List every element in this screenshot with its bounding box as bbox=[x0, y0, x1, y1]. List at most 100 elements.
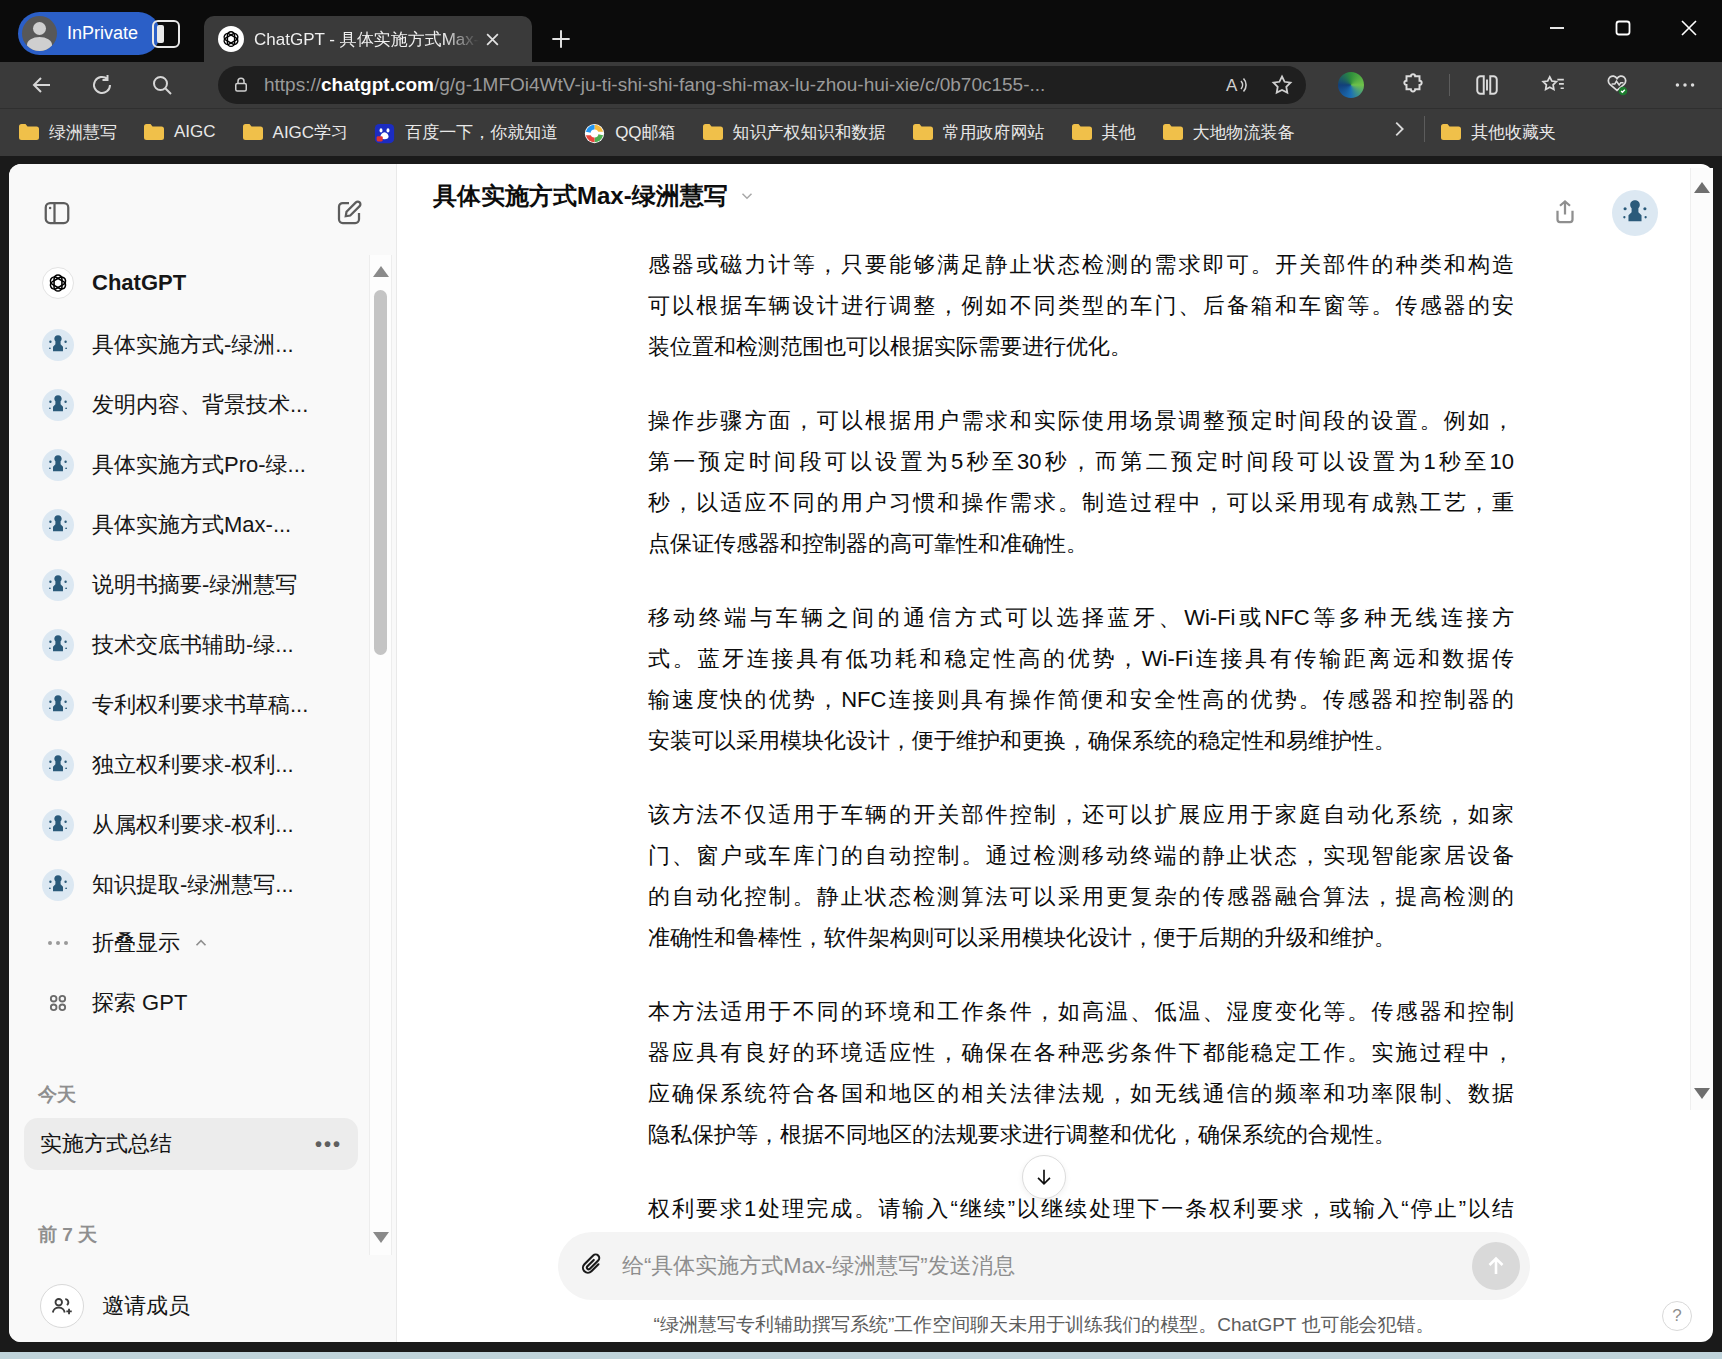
message-line: 输速度快的优势，NFC连接则具有操作简便和安全性高的优势。传感器和控制器的 bbox=[648, 679, 1514, 720]
bookmark-item[interactable]: 大地物流装备 bbox=[1162, 121, 1295, 144]
sidebar-toggle-icon[interactable] bbox=[42, 198, 72, 228]
input-placeholder: 给“具体实施方式Max-绿洲慧写”发送消息 bbox=[622, 1251, 1472, 1281]
bookmark-item[interactable]: QQ邮箱 bbox=[584, 121, 675, 144]
message-line: 的自动化控制。静止状态检测算法可以采用更复杂的传感器融合算法，提高检测的 bbox=[648, 876, 1514, 917]
bookmark-item[interactable]: 其他 bbox=[1071, 121, 1136, 144]
message-line: 权利要求1处理完成。请输入“继续”以继续处理下一条权利要求，或输入“停止”以结 bbox=[648, 1188, 1514, 1229]
message-line: 秒，以适应不同的用户习惯和操作需求。制造过程中，可以采用现有成熟工艺，重 bbox=[648, 482, 1514, 523]
message-line: 安装可以采用模块化设计，便于维护和更换，确保系统的稳定性和易维护性。 bbox=[648, 720, 1514, 761]
sidebar-item-gpt[interactable]: 具体实施方式Max-... bbox=[42, 509, 291, 541]
sidebar-scroll-down-icon[interactable] bbox=[373, 1232, 389, 1243]
message-line: 隐私保护等，根据不同地区的法规要求进行调整和优化，确保系统的合规性。 bbox=[648, 1114, 1514, 1155]
bookmark-item[interactable]: 知识产权知识和数据 bbox=[702, 121, 886, 144]
back-button[interactable] bbox=[30, 73, 54, 97]
chatgpt-logo-icon bbox=[42, 267, 74, 299]
split-screen-icon[interactable] bbox=[1474, 72, 1500, 98]
gpt-avatar[interactable] bbox=[1612, 190, 1658, 236]
help-button[interactable]: ? bbox=[1662, 1301, 1692, 1331]
message-line: 第一预定时间段可以设置为5秒至30秒，而第二预定时间段可以设置为1秒至10 bbox=[648, 441, 1514, 482]
message-line: 式。蓝牙连接具有低功耗和稳定性高的优势，Wi-Fi连接具有传输距离远和数据传 bbox=[648, 638, 1514, 679]
attach-icon[interactable] bbox=[578, 1252, 606, 1280]
search-icon[interactable] bbox=[150, 73, 174, 97]
message-line: 操作步骤方面，可以根据用户需求和实际使用场景调整预定时间段的设置。例如， bbox=[648, 400, 1514, 441]
sidebar-item-gpt[interactable]: 具体实施方式-绿洲... bbox=[42, 329, 294, 361]
folder-icon bbox=[702, 123, 724, 141]
message-line: 应确保系统符合各国和地区的相关法律法规，如无线通信的频率和功率限制、数据 bbox=[648, 1073, 1514, 1114]
message-line: 本方法适用于不同的环境和工作条件，如高温、低温、湿度变化等。传感器和控制 bbox=[648, 991, 1514, 1032]
main-scrollbar[interactable] bbox=[1690, 168, 1713, 1110]
new-chat-icon[interactable] bbox=[334, 198, 364, 228]
conversation-title[interactable]: 具体实施方式Max-绿洲慧写 bbox=[433, 180, 756, 212]
desktop-sliver bbox=[0, 1352, 1722, 1359]
qq-favicon-icon bbox=[584, 123, 606, 141]
workspaces-icon[interactable] bbox=[152, 20, 180, 48]
invite-people-icon bbox=[40, 1284, 84, 1328]
sidebar-item-collapse[interactable]: 折叠显示 bbox=[42, 927, 210, 959]
sidebar-item-chatgpt[interactable]: ChatGPT bbox=[42, 267, 186, 299]
sidebar-item-gpt[interactable]: 知识提取-绿洲慧写... bbox=[42, 869, 294, 901]
favorite-star-icon[interactable] bbox=[1270, 73, 1294, 97]
main-scroll-down-icon[interactable] bbox=[1694, 1088, 1710, 1099]
sidebar-item-gpt[interactable]: 具体实施方式Pro-绿... bbox=[42, 449, 306, 481]
message-line: 可以根据车辆设计进行调整，例如不同类型的车门、后备箱和车窗等。传感器的安 bbox=[648, 285, 1514, 326]
main-scroll-up-icon[interactable] bbox=[1694, 182, 1710, 193]
read-aloud-icon[interactable]: A bbox=[1224, 73, 1248, 97]
message-line: 准确性和鲁棒性，软件架构则可以采用模块化设计，便于后期的升级和维护。 bbox=[648, 917, 1514, 958]
favorites-bar-icon[interactable] bbox=[1540, 72, 1566, 98]
minimize-button[interactable] bbox=[1524, 3, 1590, 53]
message-line: 器应具有良好的环境适应性，确保在各种恶劣条件下都能稳定工作。实施过程中， bbox=[648, 1032, 1514, 1073]
folder-icon bbox=[1071, 123, 1093, 141]
sidebar-scrollbar[interactable] bbox=[369, 255, 392, 1255]
bookmark-item[interactable]: AIGC bbox=[143, 122, 216, 142]
sidebar-item-gpt[interactable]: 独立权利要求-权利... bbox=[42, 749, 294, 781]
invite-members-button[interactable]: 邀请成员 bbox=[40, 1284, 190, 1328]
refresh-button[interactable] bbox=[90, 73, 114, 97]
message-line: 门、窗户或车库门的自动控制。通过检测移动终端的静止状态，实现智能家居设备 bbox=[648, 835, 1514, 876]
sidebar-item-gpt[interactable]: 发明内容、背景技术... bbox=[42, 389, 308, 421]
chat-options-icon[interactable]: ••• bbox=[315, 1133, 342, 1156]
message-line: 点保证传感器和控制器的高可靠性和准确性。 bbox=[648, 523, 1514, 564]
folder-icon bbox=[242, 123, 264, 141]
gpt-avatar-icon bbox=[42, 329, 74, 361]
address-bar[interactable]: https://chatgpt.com/g/g-1MFOi4WtV-ju-ti-… bbox=[218, 66, 1306, 104]
bookmark-other-folder[interactable]: 其他收藏夹 bbox=[1440, 112, 1556, 152]
browser-essentials-icon[interactable] bbox=[1604, 72, 1630, 98]
bookmarks-overflow-chevron[interactable] bbox=[1388, 118, 1410, 140]
sidebar-item-gpt[interactable]: 说明书摘要-绿洲慧写 bbox=[42, 569, 297, 601]
new-tab-button[interactable] bbox=[548, 26, 574, 52]
browser-tab[interactable]: ChatGPT - 具体实施方式Max-绿洲 bbox=[204, 16, 532, 62]
sidebar-scrollbar-thumb[interactable] bbox=[374, 290, 387, 655]
sidebar-scroll-up-icon[interactable] bbox=[373, 266, 389, 277]
bookmark-item[interactable]: 百度一下，你就知道 bbox=[374, 121, 558, 144]
tab-title: ChatGPT - 具体实施方式Max-绿洲 bbox=[254, 28, 479, 51]
inprivate-badge[interactable]: InPrivate bbox=[18, 12, 160, 55]
tab-close-icon[interactable] bbox=[481, 28, 503, 50]
gpt-avatar-icon bbox=[42, 689, 74, 721]
sidebar-item-explore-gpt[interactable]: 探索 GPT bbox=[42, 987, 187, 1019]
section-label-today: 今天 bbox=[38, 1082, 76, 1108]
bookmark-item[interactable]: 常用政府网站 bbox=[912, 121, 1045, 144]
scroll-to-bottom-button[interactable] bbox=[1022, 1155, 1066, 1199]
assistant-message: 感器或磁力计等，只要能够满足静止状态检测的需求即可。开关部件的种类和构造可以根据… bbox=[648, 244, 1514, 1262]
maximize-button[interactable] bbox=[1590, 3, 1656, 53]
toolbar-divider bbox=[1449, 74, 1450, 96]
extensions-icon[interactable] bbox=[1400, 72, 1426, 98]
folder-icon bbox=[1440, 123, 1462, 141]
url-text: https://chatgpt.com/g/g-1MFOi4WtV-ju-ti-… bbox=[264, 74, 1202, 96]
sidebar-item-gpt[interactable]: 从属权利要求-权利... bbox=[42, 809, 294, 841]
close-window-button[interactable] bbox=[1656, 3, 1722, 53]
chatgpt-favicon-icon bbox=[218, 26, 244, 52]
gpt-avatar-icon bbox=[42, 569, 74, 601]
share-icon[interactable] bbox=[1550, 197, 1580, 227]
settings-more-icon[interactable] bbox=[1672, 72, 1698, 98]
message-input[interactable]: 给“具体实施方式Max-绿洲慧写”发送消息 bbox=[558, 1232, 1530, 1300]
bookmark-item[interactable]: AIGC学习 bbox=[242, 121, 349, 144]
gpt-avatar-icon bbox=[42, 509, 74, 541]
sidebar-item-gpt[interactable]: 专利权利要求书草稿... bbox=[42, 689, 308, 721]
window-bottom-edge bbox=[0, 1342, 1722, 1352]
chat-item-selected[interactable]: 实施方式总结 ••• bbox=[24, 1118, 358, 1170]
send-button[interactable] bbox=[1472, 1242, 1520, 1290]
sidebar-item-gpt[interactable]: 技术交底书辅助-绿... bbox=[42, 629, 294, 661]
bookmark-item[interactable]: 绿洲慧写 bbox=[18, 121, 117, 144]
idm-extension-icon[interactable] bbox=[1338, 72, 1364, 98]
